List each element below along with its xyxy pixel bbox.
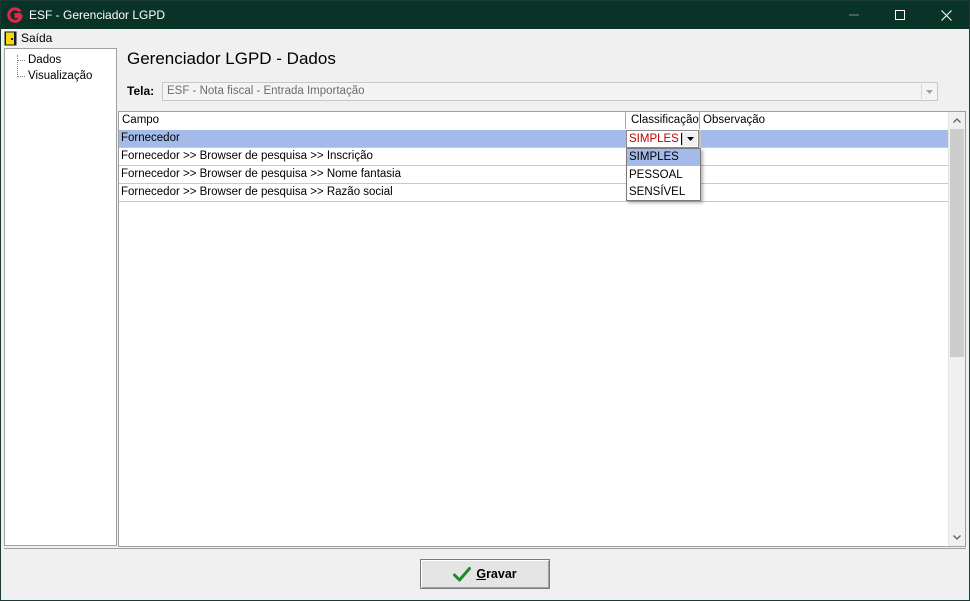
cell-campo: Fornecedor bbox=[121, 132, 180, 144]
cell-campo: Fornecedor >> Browser de pesquisa >> Ins… bbox=[121, 150, 373, 162]
tree-item-visualizacao[interactable]: Visualização bbox=[28, 70, 92, 82]
navigation-tree: Dados Visualização bbox=[4, 48, 117, 546]
menu-bar: Saída bbox=[1, 29, 969, 47]
table-row[interactable]: Fornecedor >> Browser de pesquisa >> Ins… bbox=[119, 148, 949, 166]
tree-connector bbox=[17, 76, 25, 77]
option-simples[interactable]: SIMPLES bbox=[627, 149, 700, 166]
menu-item-saida[interactable]: Saída bbox=[4, 30, 52, 46]
tela-dropdown-button[interactable] bbox=[921, 84, 936, 99]
tree-connector bbox=[17, 55, 18, 77]
option-pessoal[interactable]: PESSOAL bbox=[627, 167, 700, 184]
footer-divider bbox=[4, 548, 966, 549]
save-button-label: Gravar bbox=[476, 567, 517, 581]
maximize-icon bbox=[895, 10, 905, 20]
close-button[interactable] bbox=[923, 1, 969, 29]
page-title: Gerenciador LGPD - Dados bbox=[127, 49, 336, 68]
chevron-down-icon bbox=[686, 137, 694, 141]
vertical-scrollbar[interactable] bbox=[948, 112, 965, 546]
combo-dropdown-button[interactable] bbox=[682, 132, 697, 146]
scroll-up-button[interactable] bbox=[949, 112, 965, 129]
combo-options-list: SIMPLES PESSOAL SENSÍVEL bbox=[626, 148, 701, 201]
table-row[interactable]: Fornecedor bbox=[119, 130, 949, 148]
app-window: ESF - Gerenciador LGPD Saída Dados Visua… bbox=[0, 0, 970, 601]
cell-campo: Fornecedor >> Browser de pesquisa >> Raz… bbox=[121, 186, 393, 198]
tela-label: Tela: bbox=[127, 84, 155, 98]
checkmark-icon bbox=[453, 566, 472, 581]
table-row[interactable]: Fornecedor >> Browser de pesquisa >> Nom… bbox=[119, 166, 949, 184]
column-header-campo[interactable]: Campo bbox=[119, 112, 626, 129]
classificacao-combo[interactable]: SIMPLES bbox=[626, 130, 699, 148]
combo-value: SIMPLES bbox=[629, 133, 679, 145]
app-logo-icon bbox=[7, 7, 23, 23]
title-bar[interactable]: ESF - Gerenciador LGPD bbox=[1, 1, 969, 29]
menu-label-saida: Saída bbox=[21, 31, 53, 45]
option-sensivel[interactable]: SENSÍVEL bbox=[627, 184, 700, 201]
window-title: ESF - Gerenciador LGPD bbox=[29, 8, 166, 22]
close-icon bbox=[940, 9, 952, 21]
tree-connector bbox=[17, 60, 25, 61]
column-header-classificacao[interactable]: Classificação bbox=[626, 112, 700, 129]
save-button[interactable]: Gravar bbox=[420, 559, 550, 589]
chevron-up-icon bbox=[953, 118, 961, 123]
maximize-button[interactable] bbox=[877, 1, 923, 29]
tela-select-value: ESF - Nota fiscal - Entrada Importação bbox=[167, 85, 365, 97]
chevron-down-icon bbox=[925, 89, 933, 94]
data-grid[interactable]: Campo Classificação Observação Fornecedo… bbox=[118, 111, 966, 547]
scroll-thumb[interactable] bbox=[950, 129, 964, 357]
table-row[interactable]: Fornecedor >> Browser de pesquisa >> Raz… bbox=[119, 184, 949, 202]
tree-item-dados[interactable]: Dados bbox=[28, 54, 61, 66]
minimize-button[interactable] bbox=[831, 1, 877, 29]
chevron-down-icon bbox=[953, 535, 961, 540]
tela-select[interactable]: ESF - Nota fiscal - Entrada Importação bbox=[162, 82, 938, 101]
column-header-observacao[interactable]: Observação bbox=[700, 112, 949, 129]
scroll-down-button[interactable] bbox=[949, 529, 965, 546]
cell-campo: Fornecedor >> Browser de pesquisa >> Nom… bbox=[121, 168, 401, 180]
door-exit-icon bbox=[4, 31, 17, 45]
minimize-icon bbox=[849, 14, 859, 16]
